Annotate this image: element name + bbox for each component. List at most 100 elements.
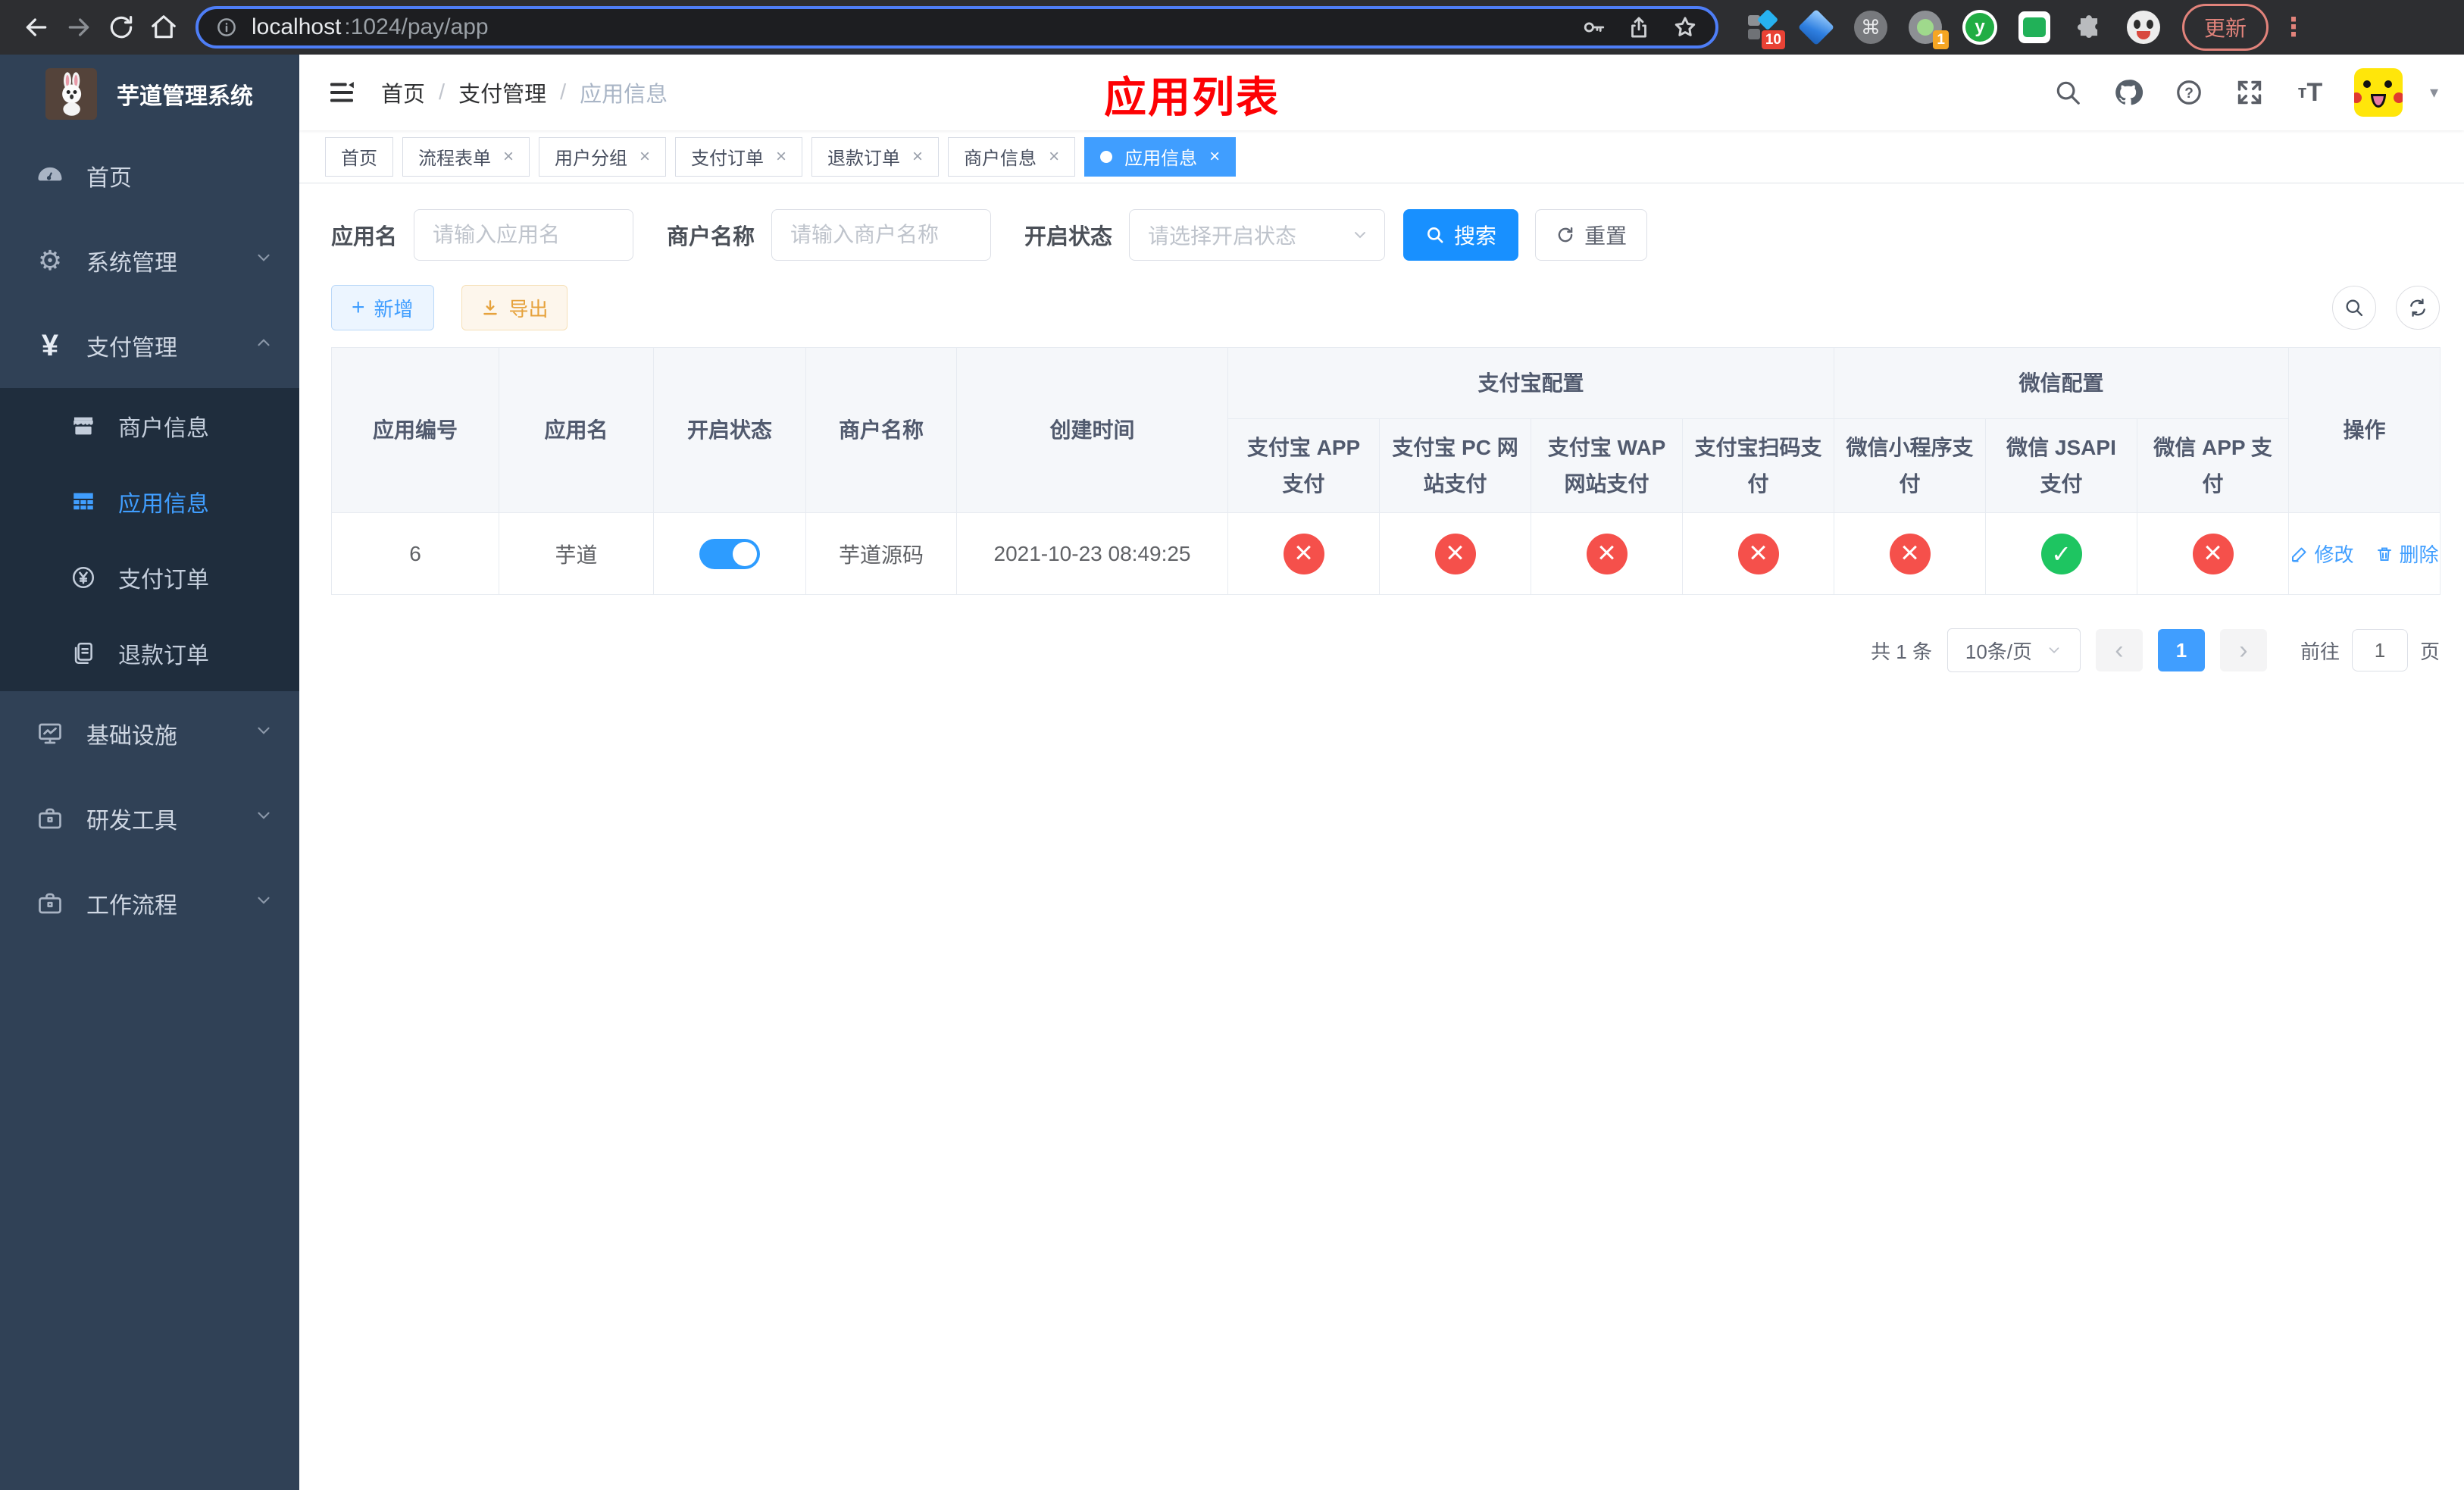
close-icon[interactable]: × xyxy=(1049,147,1059,166)
merchant-name-input[interactable] xyxy=(771,209,992,261)
status-select-placeholder: 请选择开启状态 xyxy=(1148,224,1297,248)
text-size-icon[interactable]: тT xyxy=(2294,76,2327,109)
tag-tab-home[interactable]: 首页 xyxy=(325,136,393,177)
chevron-down-icon xyxy=(2049,647,2059,654)
col-app-id: 应用编号 xyxy=(331,346,499,514)
browser-toolbar: localhost:1024/pay/app 10 ⌘ 1 y 更新 ⋮ xyxy=(0,0,2464,55)
monitor-icon xyxy=(33,720,67,747)
page-size-select[interactable]: 10条/页 xyxy=(1946,628,2081,673)
close-icon[interactable]: × xyxy=(776,147,786,166)
current-page-button[interactable]: 1 xyxy=(2157,629,2205,672)
cell-alipay-app xyxy=(1227,512,1380,596)
sidebar-collapse-icon[interactable] xyxy=(325,76,358,109)
sidebar-item-payment[interactable]: ¥ 支付管理 xyxy=(0,303,299,388)
caret-down-icon[interactable]: ▾ xyxy=(2430,83,2438,102)
cell-status xyxy=(653,512,806,596)
goto-page-input[interactable] xyxy=(2351,629,2408,672)
sidebar-item-infrastructure[interactable]: 基础设施 xyxy=(0,691,299,776)
extension-badge: 10 xyxy=(1761,30,1785,49)
forward-button[interactable] xyxy=(58,6,100,49)
avatar[interactable] xyxy=(2353,68,2403,117)
hide-search-button[interactable] xyxy=(2332,286,2376,330)
sidebar-item-merchant-info[interactable]: 商户信息 xyxy=(0,388,299,464)
search-button[interactable]: 搜索 xyxy=(1403,209,1519,261)
key-icon[interactable] xyxy=(1581,14,1606,40)
sidebar-item-refund-order[interactable]: 退款订单 xyxy=(0,615,299,691)
close-icon[interactable]: × xyxy=(912,147,923,166)
url-bar[interactable]: localhost:1024/pay/app xyxy=(195,6,1718,49)
cell-created: 2021-10-23 08:49:25 xyxy=(956,512,1228,596)
sidebar-item-label: 研发工具 xyxy=(86,809,177,834)
tag-tab-merchant-info[interactable]: 商户信息 × xyxy=(948,136,1076,177)
download-icon xyxy=(483,300,497,315)
browser-menu-icon[interactable]: ⋮ xyxy=(2281,12,2306,42)
cell-wechat-jsapi xyxy=(1985,512,2138,596)
share-icon[interactable] xyxy=(1626,14,1652,40)
search-icon[interactable] xyxy=(2051,76,2084,109)
page-content: 应用名 商户名称 开启状态 请选择开启状态 搜索 重置 + 新增 xyxy=(299,183,2464,673)
extension-puzzle-icon[interactable] xyxy=(2072,10,2106,45)
reset-button[interactable]: 重置 xyxy=(1535,209,1648,261)
tag-tab-user-group[interactable]: 用户分组 × xyxy=(539,136,667,177)
status-cross-icon xyxy=(1283,533,1324,574)
table-tools xyxy=(2332,286,2440,330)
back-button[interactable] xyxy=(15,6,58,49)
home-button[interactable] xyxy=(142,6,185,49)
chevron-down-icon xyxy=(254,806,274,831)
export-button[interactable]: 导出 xyxy=(461,285,568,330)
sidebar-item-app-info[interactable]: 应用信息 xyxy=(0,464,299,540)
sidebar-item-dev-tools[interactable]: 研发工具 xyxy=(0,776,299,861)
tag-tab-pay-order[interactable]: 支付订单 × xyxy=(675,136,803,177)
refresh-table-button[interactable] xyxy=(2396,286,2440,330)
search-icon xyxy=(1427,227,1443,243)
status-label: 开启状态 xyxy=(1024,225,1113,249)
close-icon[interactable]: × xyxy=(639,147,650,166)
sidebar-item-system[interactable]: ⚙ 系统管理 xyxy=(0,218,299,303)
cell-actions: 修改 删除 xyxy=(2288,512,2441,596)
status-toggle[interactable] xyxy=(699,538,760,569)
tag-tab-refund-order[interactable]: 退款订单 × xyxy=(811,136,940,177)
delete-link[interactable]: 删除 xyxy=(2375,540,2439,568)
fullscreen-icon[interactable] xyxy=(2233,76,2266,109)
close-icon[interactable]: × xyxy=(503,147,514,166)
add-button[interactable]: + 新增 xyxy=(331,285,434,330)
extension-y-icon[interactable]: y xyxy=(1962,10,1997,45)
sidebar-item-label: 系统管理 xyxy=(86,251,177,276)
help-icon[interactable]: ? xyxy=(2172,76,2206,109)
col-merchant: 商户名称 xyxy=(805,346,957,514)
prev-page-button[interactable]: ‹ xyxy=(2095,629,2143,672)
sidebar-item-pay-order[interactable]: 支付订单 xyxy=(0,540,299,615)
sidebar-item-label: 基础设施 xyxy=(86,724,177,749)
reload-button[interactable] xyxy=(100,6,142,49)
extension-kite-icon[interactable] xyxy=(1797,8,1835,46)
extension-emoji-icon[interactable] xyxy=(2126,10,2161,45)
tag-tab-app-info[interactable]: 应用信息 × xyxy=(1084,136,1237,177)
next-page-button[interactable]: › xyxy=(2219,629,2267,672)
edit-link[interactable]: 修改 xyxy=(2290,540,2354,568)
chevron-down-icon xyxy=(1355,232,1366,239)
github-icon[interactable] xyxy=(2112,76,2145,109)
cell-alipay-wap xyxy=(1531,512,1683,596)
browser-update-button[interactable]: 更新 xyxy=(2182,4,2269,51)
app-logo[interactable]: 芋道管理系统 xyxy=(0,55,299,133)
extension-command-icon[interactable]: ⌘ xyxy=(1853,10,1888,45)
search-icon xyxy=(2346,299,2363,317)
sidebar-item-label: 退款订单 xyxy=(118,643,209,668)
extension-chat-icon[interactable] xyxy=(2017,10,2052,45)
breadcrumb-payment[interactable]: 支付管理 xyxy=(458,77,546,108)
extension-blocks-icon[interactable]: 10 xyxy=(1744,8,1785,49)
plus-icon: + xyxy=(352,295,365,320)
tags-bar: 首页 流程表单 × 用户分组 × 支付订单 × 退款订单 × 商户信息 × 应用信息 × xyxy=(299,130,2464,183)
col-group-alipay: 支付宝配置 xyxy=(1227,347,1835,419)
sidebar-item-workflow[interactable]: 工作流程 xyxy=(0,861,299,946)
cell-merchant: 芋道源码 xyxy=(805,512,957,596)
breadcrumb-home[interactable]: 首页 xyxy=(381,77,425,108)
bookmark-star-icon[interactable] xyxy=(1671,14,1699,41)
status-select[interactable]: 请选择开启状态 xyxy=(1129,209,1386,261)
extension-recorder-icon[interactable]: 1 xyxy=(1908,10,1949,49)
tag-tab-process-form[interactable]: 流程表单 × xyxy=(402,136,530,177)
table-toolbar: + 新增 导出 xyxy=(331,285,2440,330)
sidebar-item-home[interactable]: 首页 xyxy=(0,133,299,218)
close-icon[interactable]: × xyxy=(1209,147,1220,166)
app-name-input[interactable] xyxy=(414,209,634,261)
